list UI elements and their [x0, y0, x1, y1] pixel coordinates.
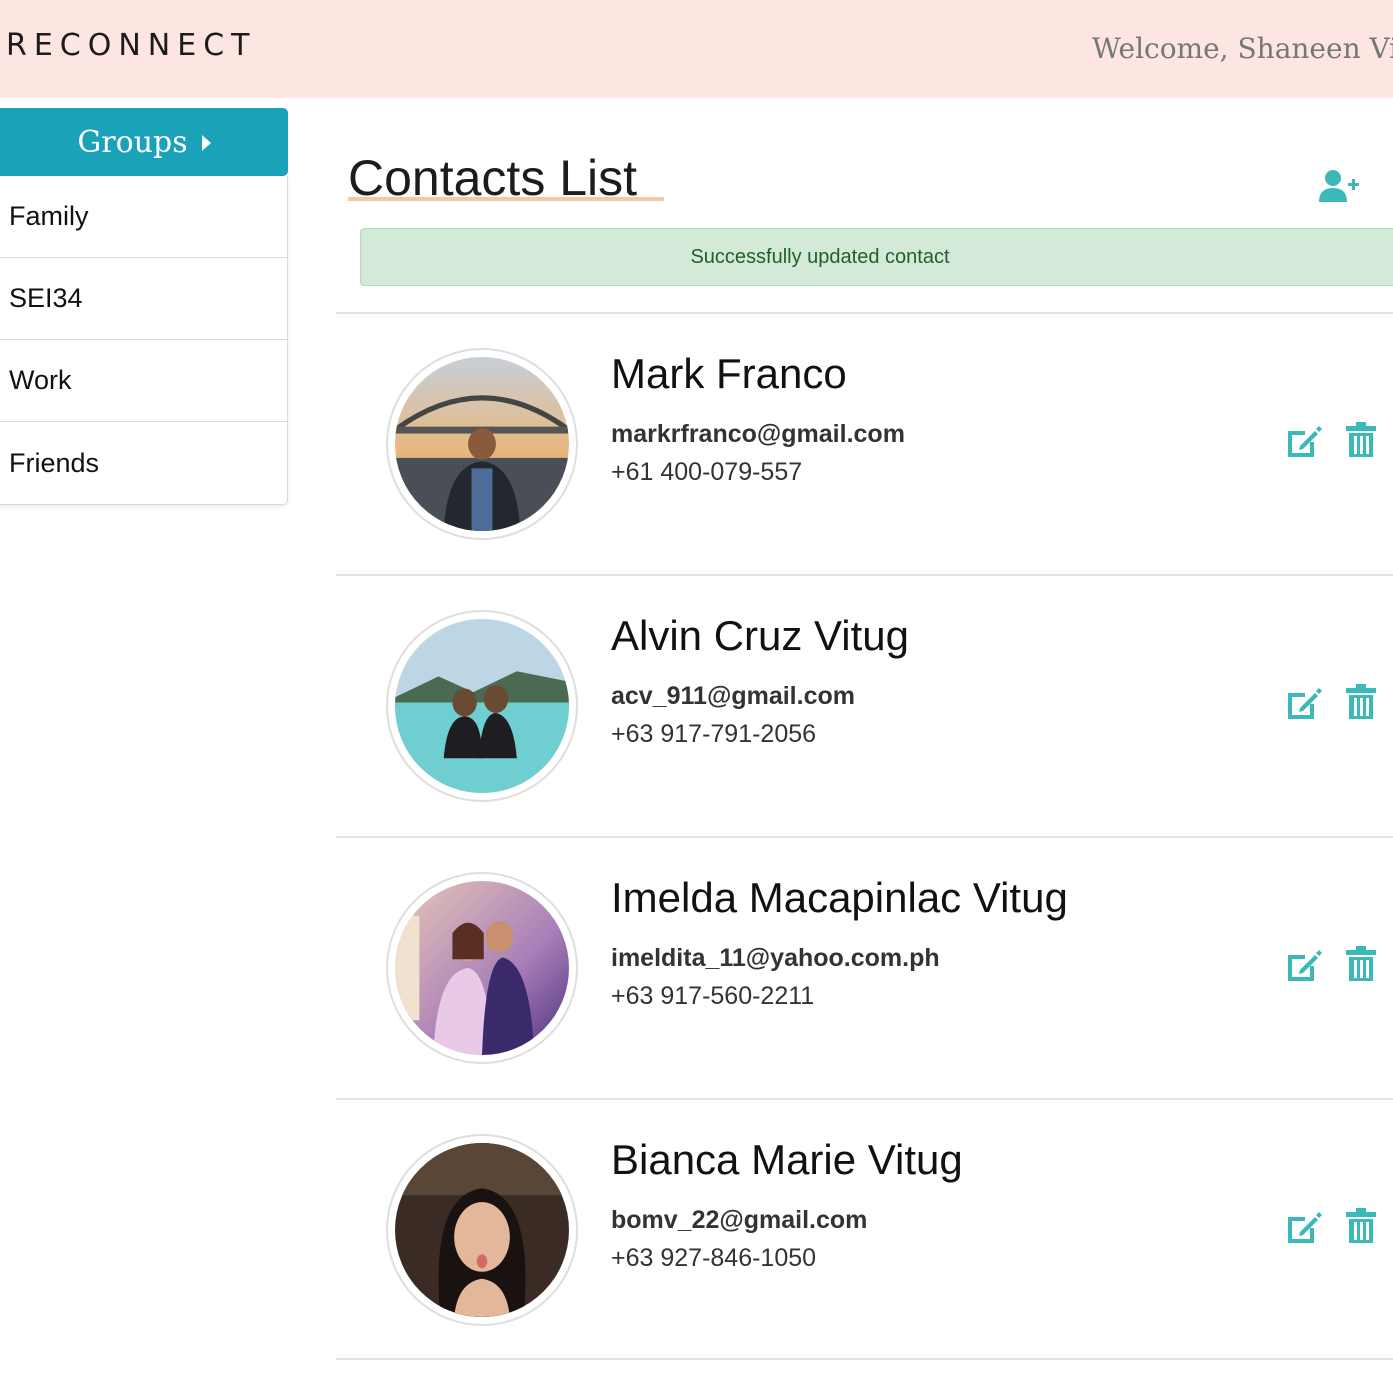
welcome-message: Welcome, Shaneen Vitug [1092, 32, 1393, 65]
trash-icon[interactable] [1346, 422, 1376, 458]
contact-row: Alvin Cruz Vitug acv_911@gmail.com +63 9… [336, 574, 1393, 836]
contact-avatar [386, 348, 578, 540]
groups-sidebar: Groups Family SEI34 Work Friends [0, 108, 288, 505]
user-plus-icon[interactable] [1318, 168, 1360, 204]
contact-email: acv_911@gmail.com [611, 682, 855, 710]
contact-phone: +63 917-791-2056 [611, 720, 817, 748]
edit-icon[interactable] [1285, 1208, 1323, 1246]
sidebar-item-sei34[interactable]: SEI34 [0, 258, 287, 340]
contact-row: Mark Franco markrfranco@gmail.com +61 40… [336, 312, 1393, 574]
contact-name: Alvin Cruz Vitug [611, 612, 910, 659]
contact-row: Bianca Marie Vitug bomv_22@gmail.com +63… [336, 1098, 1393, 1360]
contact-phone: +63 927-846-1050 [611, 1244, 817, 1272]
contact-name: Imelda Macapinlac Vitug [611, 874, 1068, 921]
sidebar-item-work[interactable]: Work [0, 340, 287, 422]
top-navbar: RECONNECT Welcome, Shaneen Vitug [0, 0, 1393, 98]
success-alert: Successfully updated contact [360, 228, 1393, 286]
alert-message: Successfully updated contact [690, 245, 950, 268]
contact-phone: +61 400-079-557 [611, 458, 803, 486]
groups-toggle-button[interactable]: Groups [0, 108, 288, 176]
photo-beach [395, 619, 569, 793]
contact-name: Bianca Marie Vitug [611, 1136, 963, 1183]
contact-row: Imelda Macapinlac Vitug imeldita_11@yaho… [336, 836, 1393, 1098]
caret-right-icon [201, 135, 211, 151]
contact-avatar [386, 872, 578, 1064]
contact-email: imeldita_11@yahoo.com.ph [611, 944, 940, 972]
contact-phone: +63 917-560-2211 [611, 982, 815, 1010]
photo-couple [395, 881, 569, 1055]
contact-avatar [386, 1134, 578, 1326]
app-logo[interactable]: RECONNECT [6, 28, 256, 63]
groups-label: Groups [77, 124, 188, 160]
contact-email: markrfranco@gmail.com [611, 420, 905, 448]
contact-email: bomv_22@gmail.com [611, 1206, 868, 1234]
group-list: Family SEI34 Work Friends [0, 176, 288, 505]
title-underline [348, 197, 664, 201]
photo-portrait [395, 1143, 569, 1317]
edit-icon[interactable] [1285, 422, 1323, 460]
edit-icon[interactable] [1285, 946, 1323, 984]
trash-icon[interactable] [1346, 1208, 1376, 1244]
contact-name: Mark Franco [611, 350, 847, 397]
sidebar-item-friends[interactable]: Friends [0, 422, 287, 504]
photo-bridge-sunset [395, 357, 569, 531]
trash-icon[interactable] [1346, 684, 1376, 720]
trash-icon[interactable] [1346, 946, 1376, 982]
edit-icon[interactable] [1285, 684, 1323, 722]
contact-avatar [386, 610, 578, 802]
sidebar-item-family[interactable]: Family [0, 176, 287, 258]
